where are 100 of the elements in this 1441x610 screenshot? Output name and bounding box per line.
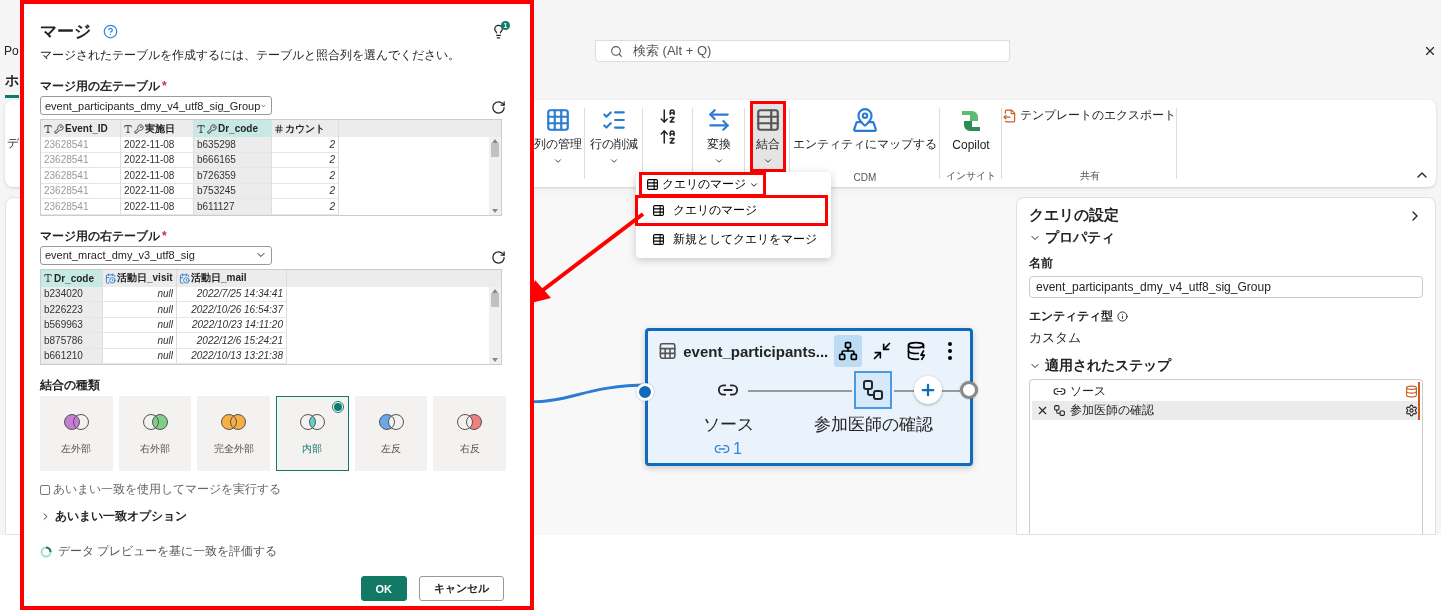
- close-icon[interactable]: [1423, 44, 1437, 58]
- table-cell: 2: [272, 168, 339, 184]
- sort-descending-icon: [659, 128, 677, 146]
- fuzzy-checkbox[interactable]: あいまい一致を使用してマージを実行する: [40, 481, 506, 498]
- step-icon: [1053, 404, 1066, 417]
- field-label: エンティティ型: [1029, 308, 1113, 325]
- table-cell: b611127: [194, 199, 272, 215]
- menu-item[interactable]: クエリのマージ: [638, 198, 825, 223]
- table-icon: [652, 233, 665, 246]
- name-field[interactable]: event_participants_dmy_v4_utf8_sig_Group: [1029, 276, 1423, 298]
- table-cell: 23628541: [41, 137, 121, 153]
- link-icon: [1053, 385, 1066, 398]
- search-icon: [610, 44, 623, 58]
- step-node[interactable]: 参加医師の確認: [803, 371, 943, 436]
- link-count: 1: [714, 440, 742, 458]
- table-cell: null: [103, 302, 177, 318]
- table-select[interactable]: event_mract_dmy_v3_utf8_sig: [40, 245, 272, 265]
- diagram-icon: [838, 341, 859, 361]
- collapse-icon: [872, 341, 893, 361]
- join-kind-option[interactable]: 左外部: [40, 396, 113, 471]
- step-icon: [861, 378, 885, 402]
- applied-step[interactable]: 参加医師の確認: [1032, 401, 1420, 420]
- column-header[interactable]: 活動日_visit: [103, 269, 177, 287]
- node-action-button[interactable]: [834, 335, 863, 367]
- table-cell: null: [103, 333, 177, 349]
- join-kind-option[interactable]: 右反: [433, 396, 507, 471]
- ribbon-button[interactable]: 列の管理: [530, 103, 585, 170]
- refresh-icon: [491, 100, 506, 115]
- table-icon: [754, 107, 781, 133]
- more-icon: [948, 342, 953, 360]
- grid-icon: [544, 107, 571, 133]
- ribbon-button[interactable]: テンプレートのエクスポート: [1000, 103, 1179, 128]
- table-cell: 2022/12/6 15:24:21: [177, 333, 287, 349]
- table-cell: 23628541: [41, 168, 121, 184]
- merge-split-button[interactable]: クエリのマージ: [642, 175, 763, 194]
- add-icon: [919, 381, 937, 399]
- section-toggle[interactable]: プロパティ: [1029, 229, 1423, 247]
- text-type-icon: [123, 123, 133, 134]
- table-cell: 2022-11-08: [121, 199, 194, 215]
- table-select[interactable]: event_participants_dmy_v4_utf8_sig_Group: [40, 96, 272, 115]
- table-cell: 23628541: [41, 199, 121, 215]
- caret-icon: [714, 156, 724, 166]
- ok-button[interactable]: OK: [360, 576, 407, 601]
- file-export-icon: [1003, 108, 1017, 123]
- join-kind-option[interactable]: 内部: [276, 396, 349, 471]
- field-label: 名前: [1029, 255, 1054, 272]
- ribbon-button[interactable]: 行の削減: [587, 103, 641, 170]
- group-label: CDM: [852, 172, 878, 183]
- join-kind-option[interactable]: 完全外部: [197, 396, 270, 471]
- split-arrows-icon: [706, 107, 732, 133]
- database-icon: [906, 341, 927, 361]
- text-type-icon: [43, 123, 53, 134]
- delete-icon: [1036, 404, 1049, 417]
- options-expander[interactable]: あいまい一致オプション: [40, 508, 187, 525]
- caret-icon: [552, 156, 563, 166]
- column-header[interactable]: Dr_code: [194, 120, 272, 137]
- add-step-button[interactable]: [914, 376, 942, 404]
- table-cell: b635298: [194, 137, 272, 153]
- calendar-icon: [179, 272, 190, 284]
- calendar-icon: [105, 272, 116, 284]
- cancel-button[interactable]: キャンセル: [419, 576, 504, 601]
- key-icon: [54, 123, 64, 134]
- panel-title: クエリの設定: [1029, 206, 1119, 225]
- table-label: マージ用の左テーブル *: [40, 78, 168, 95]
- table-icon: [652, 204, 665, 217]
- search-field[interactable]: 検索 (Alt + Q): [595, 40, 1010, 62]
- sort-ascending-icon: [659, 107, 677, 125]
- section-toggle[interactable]: 適用されたステップ: [1029, 357, 1423, 375]
- number-type-icon: [274, 123, 284, 134]
- dialog-description: マージされたテーブルを作成するには、テーブルと照合列を選んでください。: [40, 47, 461, 64]
- ribbon-button[interactable]: Copilot: [949, 103, 993, 156]
- refresh-icon: [491, 249, 506, 265]
- section-label: 結合の種類: [40, 377, 101, 394]
- column-header[interactable]: Dr_code: [41, 269, 103, 287]
- column-header[interactable]: 活動日_mail: [177, 269, 287, 287]
- table-cell: b875786: [41, 333, 103, 349]
- radio-button: [331, 401, 344, 413]
- dialog-title: マージ: [40, 21, 91, 43]
- entity-type-value: カスタム: [1029, 329, 1082, 347]
- ribbon-button[interactable]: 変換: [703, 103, 735, 170]
- ribbon-button[interactable]: エンティティにマップする: [790, 103, 940, 157]
- map-icon: [852, 107, 878, 133]
- join-kind-option[interactable]: 右外部: [118, 396, 192, 471]
- ribbon-button[interactable]: 結合: [751, 103, 784, 170]
- key-icon: [207, 123, 217, 134]
- step-node[interactable]: ソース 1: [653, 371, 803, 458]
- table-cell: b226223: [41, 302, 103, 318]
- group-label: 共有: [1078, 169, 1101, 183]
- ribbon-button[interactable]: デ: [5, 134, 21, 152]
- join-kind-option[interactable]: 左反: [354, 396, 428, 471]
- settings-icon: [1405, 404, 1418, 417]
- text-type-icon: [43, 273, 53, 283]
- key-icon: [134, 123, 144, 134]
- table-cell: 2022/10/26 16:54:37: [177, 302, 287, 318]
- database-icon: [1405, 385, 1418, 398]
- help-icon[interactable]: [103, 24, 118, 39]
- info-icon: [1117, 311, 1128, 322]
- table-cell: 2022-11-08: [121, 137, 194, 153]
- table-cell: b726359: [194, 168, 272, 184]
- group-label: インサイト: [945, 169, 997, 183]
